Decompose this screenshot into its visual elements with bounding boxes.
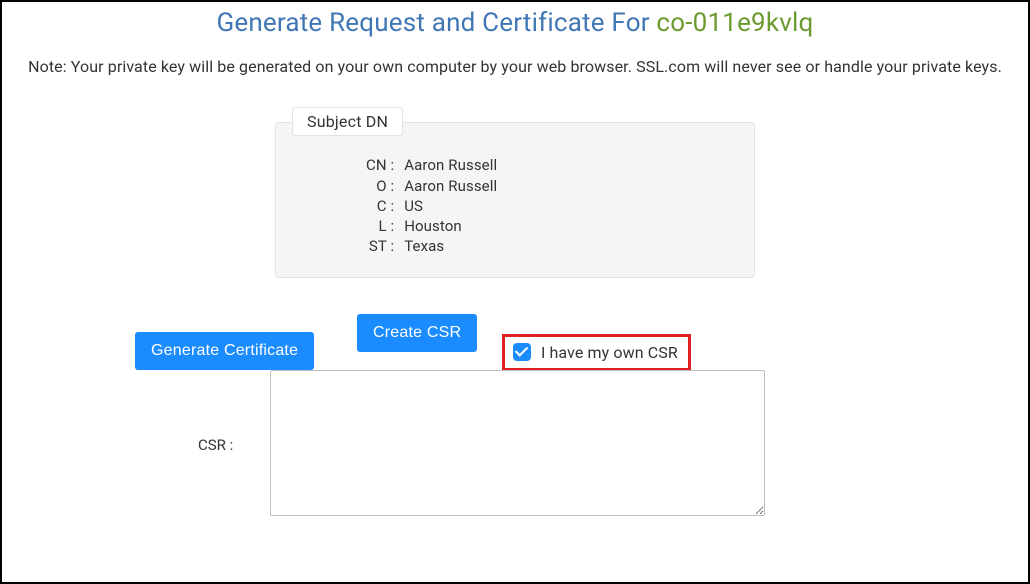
dn-key: CN :	[366, 155, 404, 175]
cert-id: co-011e9kvlq	[656, 8, 813, 38]
dn-key: ST :	[366, 236, 404, 256]
generate-certificate-button[interactable]: Generate Certificate	[135, 332, 314, 370]
dn-value: Texas	[404, 236, 497, 256]
subject-dn-legend: Subject DN	[292, 107, 403, 136]
dn-value: Houston	[404, 216, 497, 236]
create-csr-button[interactable]: Create CSR	[357, 314, 477, 352]
dn-value: Aaron Russell	[404, 155, 497, 175]
subject-dn-rows: CN : Aaron Russell O : Aaron Russell C :…	[366, 155, 497, 256]
dn-key: O :	[366, 176, 404, 196]
subject-dn-box: Subject DN CN : Aaron Russell O : Aaron …	[275, 122, 755, 277]
dn-key: L :	[366, 216, 404, 236]
dn-row: C : US	[366, 196, 497, 216]
dn-value: Aaron Russell	[404, 176, 497, 196]
csr-input[interactable]	[270, 370, 765, 516]
dn-row: CN : Aaron Russell	[366, 155, 497, 175]
own-csr-label[interactable]: I have my own CSR	[541, 343, 678, 362]
dn-row: L : Houston	[366, 216, 497, 236]
page-title-prefix: Generate Request and Certificate For	[216, 8, 656, 38]
dn-value: US	[404, 196, 497, 216]
page-title: Generate Request and Certificate For co-…	[2, 2, 1028, 44]
note-text: Note: Your private key will be generated…	[2, 44, 1028, 78]
csr-label: CSR :	[198, 436, 233, 454]
action-row: Generate Certificate Create CSR I have m…	[135, 314, 895, 370]
dn-row: O : Aaron Russell	[366, 176, 497, 196]
dn-row: ST : Texas	[366, 236, 497, 256]
own-csr-group[interactable]: I have my own CSR	[502, 334, 691, 371]
dn-key: C :	[366, 196, 404, 216]
own-csr-checkbox[interactable]	[513, 343, 531, 361]
csr-section: CSR :	[2, 370, 1028, 550]
